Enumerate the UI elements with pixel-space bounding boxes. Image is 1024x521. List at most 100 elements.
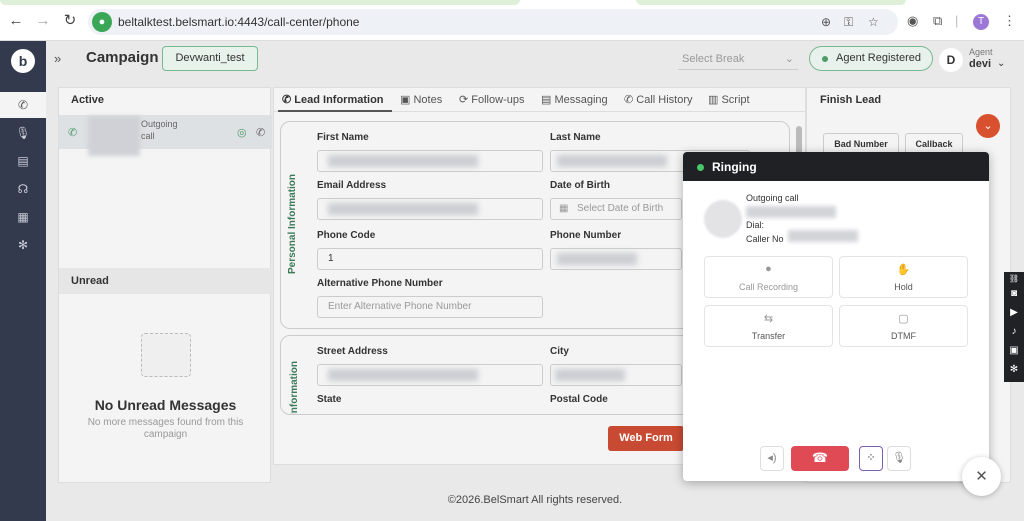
site-info-icon[interactable]: ● xyxy=(92,12,112,32)
empty-state-subtitle: No more messages found from this campaig… xyxy=(87,417,244,440)
caller-redacted xyxy=(88,116,140,156)
dialer-status: Ringing xyxy=(712,160,757,174)
agent-name[interactable]: devi xyxy=(969,58,991,70)
dialpad-dots-icon[interactable]: ⁘ xyxy=(859,446,883,471)
call-sub: call xyxy=(141,131,155,141)
keypad-icon: ▢ xyxy=(898,313,909,325)
agent-avatar[interactable]: D xyxy=(939,48,963,72)
whatsapp-icon[interactable]: ◎ xyxy=(237,126,247,139)
phone-number-field[interactable] xyxy=(550,248,682,270)
tab-lead-information[interactable]: ✆ Lead Information xyxy=(282,93,384,106)
agent-status-label: Agent Registered xyxy=(836,52,921,64)
app-logo[interactable]: b xyxy=(11,49,35,73)
camera-icon[interactable]: ◙ xyxy=(1004,288,1024,299)
notes-icon: ▣ xyxy=(400,94,411,106)
forward-icon[interactable]: → xyxy=(34,12,52,30)
profile-avatar[interactable]: T xyxy=(973,14,989,30)
alt-phone-label: Alternative Phone Number xyxy=(317,278,443,289)
tab-label: Call History xyxy=(636,94,693,106)
tab-label: Follow-ups xyxy=(471,94,525,106)
agent-status-badge[interactable]: Agent Registered xyxy=(809,46,933,71)
email-field[interactable] xyxy=(317,198,543,220)
unread-section-title: Unread xyxy=(71,275,109,287)
reload-icon[interactable]: ↻ xyxy=(61,12,79,30)
expand-sidebar-icon[interactable]: » xyxy=(54,51,61,66)
caller-no-label: Caller No xyxy=(746,234,784,244)
browser-tab-strip-2 xyxy=(636,0,906,5)
city-field[interactable] xyxy=(550,364,682,386)
personal-info-label: Personal Information xyxy=(287,173,298,274)
active-section-title: Active xyxy=(71,94,105,106)
page-title: Campaign xyxy=(86,49,159,66)
menu-icon[interactable]: ⋮ xyxy=(1003,13,1016,29)
tab-messaging[interactable]: ▤ Messaging xyxy=(541,93,608,106)
dob-label: Date of Birth xyxy=(550,180,610,191)
microphone-icon[interactable]: 🎙 xyxy=(887,446,911,471)
app-sidebar: b ✆ 🎙 ▤ ☊ ▦ ✻ xyxy=(0,41,46,521)
agent-menu-chevron-icon[interactable]: ⌄ xyxy=(997,58,1005,69)
calendar-icon[interactable]: ▦ xyxy=(0,204,46,230)
browser-tab-strip xyxy=(0,0,520,5)
last-name-label: Last Name xyxy=(550,132,601,143)
tab-label: Messaging xyxy=(554,94,608,106)
url-text[interactable]: beltalktest.belsmart.io:4443/call-center… xyxy=(118,15,359,29)
caller-number-redacted xyxy=(788,230,858,242)
hangup-icon[interactable]: ☎ xyxy=(791,446,849,471)
transfer-button[interactable]: ⇆ Transfer xyxy=(704,305,833,347)
tab-script[interactable]: ▥ Script xyxy=(708,93,750,106)
redacted-value xyxy=(328,369,478,381)
speaker-icon[interactable]: ◂) xyxy=(760,446,784,471)
first-name-field[interactable] xyxy=(317,150,543,172)
dob-field[interactable]: ▦ Select Date of Birth xyxy=(550,198,682,220)
bookmark-star-icon[interactable]: ☆ xyxy=(868,15,879,29)
phone-code-field[interactable]: 1 xyxy=(317,248,543,270)
hold-button[interactable]: ✋ Hold xyxy=(839,256,968,298)
call-recording-button[interactable]: ● Call Recording xyxy=(704,256,833,298)
mic-stand-icon[interactable]: ♪ xyxy=(1004,326,1024,337)
alt-phone-field[interactable]: Enter Alternative Phone Number xyxy=(317,296,543,318)
tab-follow-ups[interactable]: ⟳ Follow-ups xyxy=(459,93,524,106)
extensions-icon[interactable]: ⧉ xyxy=(933,13,942,29)
record-dot-icon: ● xyxy=(765,263,772,275)
tab-label: Notes xyxy=(413,94,443,106)
tab-notes[interactable]: ▣ Notes xyxy=(400,93,442,106)
tab-call-history[interactable]: ✆ Call History xyxy=(624,93,693,106)
key-icon[interactable]: ⚿ xyxy=(844,15,853,30)
street-label: Street Address xyxy=(317,346,388,357)
gear-icon[interactable]: ✻ xyxy=(0,232,46,258)
mic-icon[interactable]: 🎙 xyxy=(0,120,46,146)
state-label: State xyxy=(317,394,342,405)
dtmf-label: DTMF xyxy=(891,331,916,341)
screens-icon[interactable]: ▣ xyxy=(1004,345,1024,356)
street-field[interactable] xyxy=(317,364,543,386)
lead-tabs: ✆ Lead Information ▣ Notes ⟳ Follow-ups … xyxy=(274,88,807,112)
web-form-button[interactable]: Web Form xyxy=(608,426,684,451)
zoom-icon[interactable]: ⊕ xyxy=(821,15,831,29)
location-icon[interactable]: ◉ xyxy=(907,13,918,29)
select-break-dropdown[interactable]: Select Break ⌄ xyxy=(678,48,798,70)
dtmf-button[interactable]: ▢ DTMF xyxy=(839,305,968,347)
divider: | xyxy=(955,13,959,28)
settings-icon[interactable]: ✻ xyxy=(1004,364,1024,375)
active-call-item[interactable]: ✆ Outgoing call ◎ ✆ xyxy=(59,115,272,156)
hold-label: Hold xyxy=(894,282,913,292)
address-bar[interactable]: ● beltalktest.belsmart.io:4443/call-cent… xyxy=(88,9,898,35)
agent-label: Agent xyxy=(969,47,993,57)
redacted-value xyxy=(328,155,478,167)
close-icon[interactable]: ✕ xyxy=(962,457,1001,496)
video-icon[interactable]: ▶ xyxy=(1004,307,1024,318)
phone-icon[interactable]: ✆ xyxy=(0,92,46,118)
phone-small-icon[interactable]: ✆ xyxy=(256,126,265,139)
collapse-chevron-icon[interactable]: ⌄ xyxy=(976,114,1000,138)
campaign-button[interactable]: Devwanti_test xyxy=(162,46,258,71)
link-icon[interactable]: ⛓ xyxy=(1004,274,1024,283)
status-dot-icon xyxy=(822,56,828,62)
tab-label: Lead Information xyxy=(294,94,384,106)
email-label: Email Address xyxy=(317,180,387,191)
messaging-icon: ▤ xyxy=(541,94,552,106)
back-icon[interactable]: ← xyxy=(7,12,25,30)
redacted-value xyxy=(557,253,637,265)
floating-toolbar: ⛓ ◙ ▶ ♪ ▣ ✻ xyxy=(1004,272,1024,382)
clipboard-icon[interactable]: ▤ xyxy=(0,148,46,174)
headset-icon[interactable]: ☊ xyxy=(0,176,46,202)
